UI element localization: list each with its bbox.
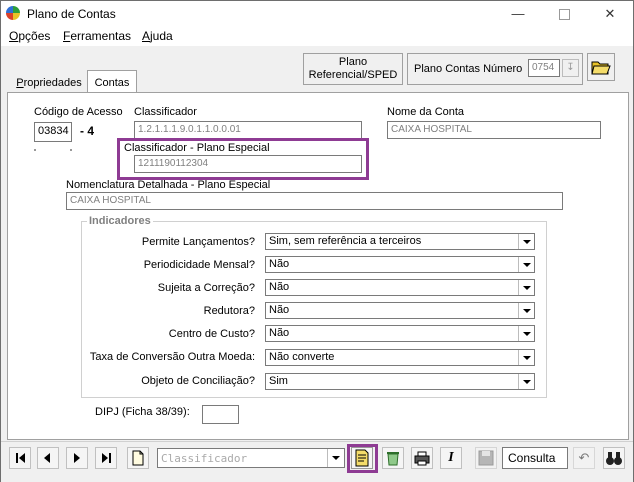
highlight-box <box>347 444 378 473</box>
select-value: Não <box>269 327 290 339</box>
tab-contas[interactable]: Contas <box>87 70 137 92</box>
save-button[interactable] <box>475 447 497 469</box>
binoculars-icon <box>606 452 622 465</box>
highlight-box <box>117 138 369 180</box>
recycle-bin-icon <box>387 452 399 466</box>
indicadores-title: Indicadores <box>87 215 153 227</box>
indicador-label: Objeto de Conciliação? <box>141 375 255 387</box>
indicador-label: Taxa de Conversão Outra Moeda: <box>89 351 255 363</box>
select-value: Não <box>269 281 290 293</box>
italic-icon[interactable]: I <box>440 447 462 469</box>
codigo-acesso-label: Código de Acesso <box>34 106 123 118</box>
codigo-acesso-field[interactable]: 03834 <box>34 122 72 142</box>
open-folder-button[interactable] <box>587 53 615 81</box>
chevron-down-icon[interactable] <box>518 257 534 272</box>
first-arrow-icon <box>13 448 29 468</box>
nomenclatura-label: Nomenclatura Detalhada - Plano Especial <box>66 179 271 191</box>
menu-opcoes[interactable]: Opções <box>9 29 50 43</box>
indicador-label: Sujeita a Correção? <box>157 282 255 294</box>
select-value: Não <box>269 258 290 270</box>
minimize-button[interactable]: — <box>495 1 541 27</box>
sujeita-correcao-select[interactable]: Não <box>265 279 535 296</box>
dot <box>34 149 36 151</box>
chevron-down-icon[interactable] <box>518 374 534 389</box>
classificador-field[interactable]: 1.2.1.1.1.9.0.1.1.0.0.01 <box>134 121 362 139</box>
plano-referencial-button[interactable]: Plano Referencial/SPED <box>303 53 403 85</box>
printer-icon <box>414 451 430 466</box>
menu-ajuda[interactable]: Ajuda <box>142 29 173 43</box>
search-placeholder: Classificador <box>161 452 248 465</box>
floppy-disk-icon <box>478 450 494 466</box>
nome-conta-label: Nome da Conta <box>387 106 465 118</box>
new-document-icon <box>132 450 144 466</box>
nomenclatura-field[interactable]: CAIXA HOSPITAL <box>66 192 563 210</box>
previous-record-button[interactable] <box>37 447 59 469</box>
chevron-down-icon[interactable] <box>518 350 534 365</box>
objeto-conciliacao-select[interactable]: Sim <box>265 373 535 390</box>
undo-icon[interactable]: ↶ <box>573 447 595 469</box>
plano-contas-numero-field[interactable]: 0754 <box>528 59 560 77</box>
tab-propriedades[interactable]: Propriedades <box>13 74 85 94</box>
select-value: Sim, sem referência a terceiros <box>269 235 422 247</box>
redutora-select[interactable]: Não <box>265 302 535 319</box>
select-value: Sim <box>269 375 288 387</box>
centro-custo-select[interactable]: Não <box>265 325 535 342</box>
last-record-button[interactable] <box>95 447 117 469</box>
chevron-down-icon[interactable] <box>518 326 534 341</box>
close-button[interactable]: ✕ <box>587 1 633 27</box>
dot <box>70 149 72 151</box>
open-folder-icon <box>591 61 611 75</box>
plano-contas-numero-box: Plano Contas Número 0754 ↧ <box>407 53 583 85</box>
first-record-button[interactable] <box>9 447 31 469</box>
classificador-label: Classificador <box>134 106 197 118</box>
permite-lancamentos-select[interactable]: Sim, sem referência a terceiros <box>265 233 535 250</box>
periodicidade-mensal-select[interactable]: Não <box>265 256 535 273</box>
main-window: Plano de Contas — ✕ Opções Ferramentas A… <box>0 0 634 482</box>
download-arrow-icon[interactable]: ↧ <box>562 59 579 77</box>
last-icon <box>109 453 111 463</box>
chevron-down-icon[interactable] <box>518 280 534 295</box>
chevron-down-icon[interactable] <box>518 234 534 249</box>
indicador-label: Redutora? <box>203 305 255 317</box>
taxa-conversao-select[interactable]: Não converte <box>265 349 535 366</box>
window-title: Plano de Contas <box>27 7 116 21</box>
title-bar: Plano de Contas — ✕ <box>1 1 633 27</box>
nome-conta-field[interactable]: CAIXA HOSPITAL <box>387 121 601 139</box>
mode-indicator: Consulta <box>502 447 568 469</box>
next-record-button[interactable] <box>66 447 88 469</box>
codigo-acesso-digit: - 4 <box>80 124 95 138</box>
new-record-button[interactable] <box>127 447 149 469</box>
find-button[interactable] <box>603 447 625 469</box>
app-globe-icon <box>6 6 20 20</box>
indicador-label: Centro de Custo? <box>168 328 255 340</box>
chevron-down-icon[interactable] <box>327 449 344 467</box>
print-button[interactable] <box>411 447 433 469</box>
indicador-label: Periodicidade Mensal? <box>143 259 255 271</box>
maximize-button[interactable] <box>541 1 587 27</box>
delete-button[interactable] <box>382 447 404 469</box>
select-value: Não converte <box>269 351 335 363</box>
menu-bar: Opções Ferramentas Ajuda <box>1 27 633 46</box>
dipj-field[interactable] <box>202 405 239 424</box>
search-combo[interactable]: Classificador <box>157 448 345 468</box>
menu-ferramentas[interactable]: Ferramentas <box>63 29 131 43</box>
dipj-label: DIPJ (Ficha 38/39): <box>95 406 190 418</box>
chevron-down-icon[interactable] <box>518 303 534 318</box>
select-value: Não <box>269 304 290 316</box>
indicador-label: Permite Lançamentos? <box>141 236 255 248</box>
plano-contas-numero-label: Plano Contas Número <box>414 63 523 75</box>
